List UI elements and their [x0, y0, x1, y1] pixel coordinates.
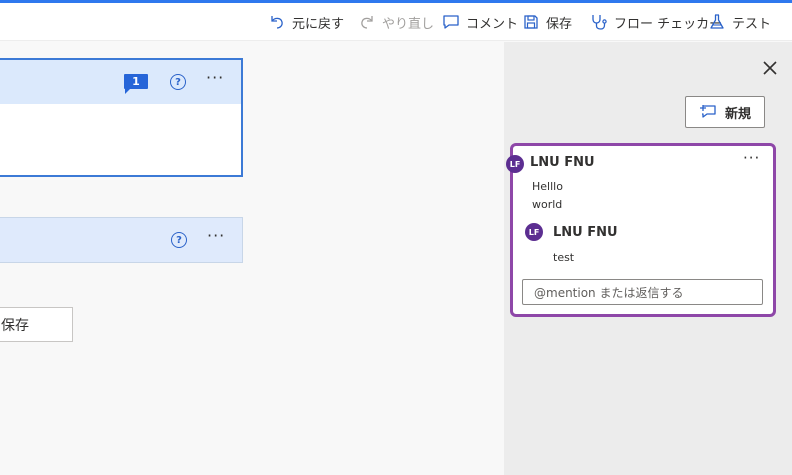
comments-panel: 新規 LF LNU FNU ··· Helllo world LF LNU FN… — [504, 42, 792, 475]
comment-count-badge[interactable]: 1 — [124, 74, 148, 94]
comment-message-line: Helllo — [532, 180, 563, 193]
more-options-icon[interactable]: ··· — [207, 226, 225, 245]
reply-input[interactable]: @mention または返信する — [522, 279, 763, 305]
redo-icon — [361, 16, 373, 29]
comment-count: 1 — [124, 74, 148, 89]
flask-icon — [710, 14, 724, 29]
more-options-icon[interactable]: ··· — [206, 68, 224, 87]
redo-button[interactable]: やり直し — [358, 3, 434, 41]
save-label: 保存 — [546, 16, 573, 32]
comment-label: コメント — [466, 16, 519, 32]
help-icon[interactable]: ? — [171, 232, 187, 248]
undo-button[interactable]: 元に戻す — [268, 3, 344, 41]
comment-button[interactable]: コメント — [442, 3, 518, 41]
comment-icon — [443, 15, 459, 29]
comment-badge-tail — [125, 88, 131, 94]
undo-label: 元に戻す — [292, 16, 345, 32]
add-comment-icon — [699, 105, 716, 118]
comment-message-line: world — [532, 198, 563, 211]
save-icon — [524, 15, 538, 29]
save-button[interactable]: 保存 — [0, 307, 73, 342]
avatar: LF — [525, 223, 543, 241]
test-label: テスト — [732, 16, 772, 32]
avatar: LF — [506, 155, 524, 173]
comment-thread[interactable]: LF LNU FNU ··· Helllo world LF LNU FNU t… — [506, 143, 776, 317]
flow-step-card-selected[interactable]: 1 ? ··· — [0, 58, 243, 177]
more-options-icon[interactable]: ··· — [743, 149, 760, 167]
flow-checker-label: フロー チェッカー — [614, 16, 723, 32]
comment-author: LNU FNU — [530, 155, 595, 170]
flow-step-card[interactable]: ? ··· — [0, 217, 243, 263]
flow-step-card-header[interactable]: 1 ? ··· — [0, 60, 241, 104]
command-bar: 元に戻す やり直し コメント 保存 フロー チェッカー テスト — [0, 3, 792, 41]
reply-author: LNU FNU — [553, 225, 618, 240]
reply-message: test — [553, 251, 575, 264]
close-icon[interactable] — [760, 58, 780, 78]
stethoscope-icon — [592, 15, 607, 30]
test-button[interactable]: テスト — [708, 3, 771, 41]
help-icon[interactable]: ? — [170, 74, 186, 90]
comment-message: Helllo world — [532, 178, 563, 214]
save-toolbar-button[interactable]: 保存 — [522, 3, 572, 41]
new-comment-label: 新規 — [724, 106, 751, 122]
undo-icon — [271, 16, 283, 29]
redo-label: やり直し — [382, 16, 435, 32]
flow-checker-button[interactable]: フロー チェッカー — [590, 3, 722, 41]
close-glyph — [763, 61, 777, 75]
new-comment-button[interactable]: 新規 — [685, 96, 765, 128]
